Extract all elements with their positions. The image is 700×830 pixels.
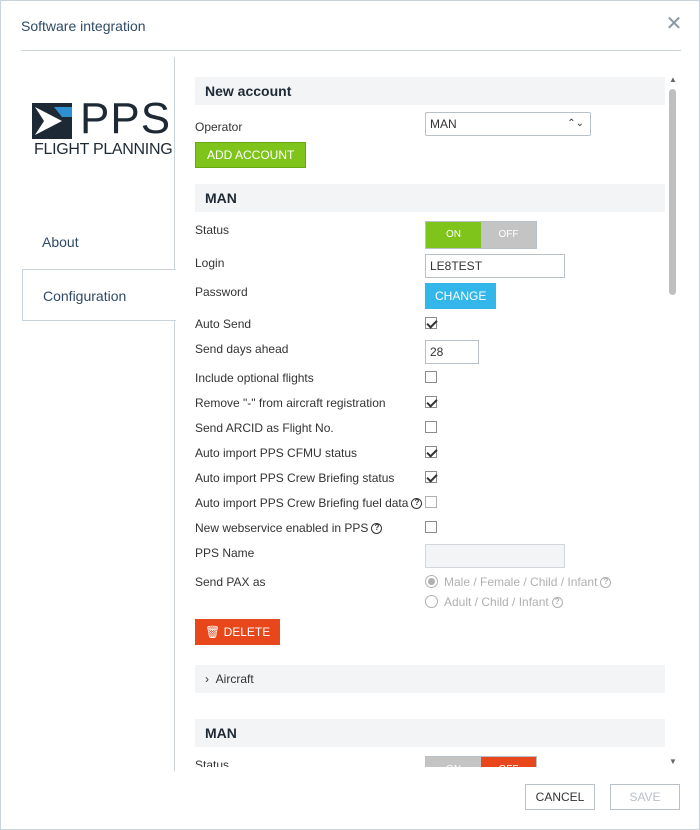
account2-status-label: Status bbox=[195, 758, 230, 767]
select-arrows-icon: ⌃⌄ bbox=[567, 118, 584, 129]
password-label: Password bbox=[195, 285, 248, 299]
status-toggle[interactable]: ON OFF bbox=[425, 221, 537, 249]
software-integration-dialog: Software integration ✕ PPS FLIGHT PLANNI… bbox=[0, 0, 700, 830]
dialog-header: Software integration ✕ bbox=[1, 1, 699, 51]
status-label: Status bbox=[195, 223, 230, 237]
auto-fuel-label: Auto import PPS Crew Briefing fuel data bbox=[195, 496, 409, 510]
pax-option-2-radio[interactable] bbox=[425, 595, 438, 608]
pps-name-label: PPS Name bbox=[195, 546, 255, 560]
close-icon[interactable]: ✕ bbox=[665, 14, 683, 34]
send-arcid-checkbox[interactable] bbox=[425, 421, 437, 433]
tab-about[interactable]: About bbox=[22, 216, 175, 268]
pax-option-2-label-row: Adult / Child / Infant? bbox=[444, 595, 563, 609]
account2-status-off-button[interactable]: OFF bbox=[481, 757, 536, 767]
auto-crew-checkbox[interactable] bbox=[425, 471, 437, 483]
scroll-thumb[interactable] bbox=[669, 89, 676, 295]
sidebar: PPS FLIGHT PLANNING About Configuration bbox=[1, 57, 176, 771]
auto-cfmu-label: Auto import PPS CFMU status bbox=[195, 446, 358, 460]
delete-label: DELETE bbox=[223, 625, 271, 639]
auto-crew-label: Auto import PPS Crew Briefing status bbox=[195, 471, 395, 485]
send-days-label: Send days ahead bbox=[195, 342, 289, 356]
include-optional-checkbox[interactable] bbox=[425, 371, 437, 383]
auto-send-checkbox[interactable] bbox=[425, 317, 437, 329]
status-on-button[interactable]: ON bbox=[426, 222, 481, 248]
include-optional-label: Include optional flights bbox=[195, 371, 314, 385]
send-arcid-label: Send ARCID as Flight No. bbox=[195, 421, 334, 435]
change-password-button[interactable]: CHANGE bbox=[425, 283, 497, 309]
account-heading: MAN bbox=[195, 184, 665, 212]
login-input[interactable]: LE8TEST bbox=[425, 254, 565, 278]
pps-logo-mark-icon bbox=[32, 103, 72, 139]
login-label: Login bbox=[195, 256, 225, 270]
delete-account-button[interactable]: 🗑 DELETE bbox=[195, 619, 281, 645]
save-button[interactable]: SAVE bbox=[610, 784, 680, 810]
auto-send-label: Auto Send bbox=[195, 317, 252, 331]
send-days-input[interactable]: 28 bbox=[425, 340, 479, 364]
scroll-down-icon[interactable]: ▼ bbox=[669, 757, 677, 766]
remove-dash-checkbox[interactable] bbox=[425, 396, 437, 408]
scrollbar[interactable]: ▲ ▼ bbox=[667, 75, 679, 767]
header-divider bbox=[21, 50, 681, 51]
config-content: New account Operator MAN ⌃⌄ ADD ACCOUNT … bbox=[195, 77, 665, 767]
auto-fuel-label-row: Auto import PPS Crew Briefing fuel data? bbox=[195, 496, 423, 510]
dialog-title: Software integration bbox=[21, 18, 146, 34]
help-icon[interactable]: ? bbox=[600, 577, 612, 589]
new-account-heading: New account bbox=[195, 77, 665, 105]
scroll-up-icon[interactable]: ▲ bbox=[669, 75, 677, 84]
new-ws-label-row: New webservice enabled in PPS? bbox=[195, 521, 383, 535]
chevron-right-icon: › bbox=[205, 672, 209, 686]
account2-heading: MAN bbox=[195, 719, 665, 747]
aircraft-label: Aircraft bbox=[215, 672, 254, 686]
new-ws-label: New webservice enabled in PPS bbox=[195, 521, 369, 535]
logo-text: PPS bbox=[80, 94, 172, 143]
pps-name-input[interactable] bbox=[425, 544, 565, 568]
pax-option-2-label: Adult / Child / Infant bbox=[444, 595, 549, 609]
help-icon[interactable]: ? bbox=[551, 597, 563, 609]
trash-icon: 🗑 bbox=[205, 625, 221, 639]
logo-subtitle: FLIGHT PLANNING bbox=[34, 141, 173, 158]
help-icon[interactable]: ? bbox=[411, 498, 423, 510]
pax-option-1-radio[interactable] bbox=[425, 575, 438, 588]
account2-status-on-button[interactable]: ON bbox=[426, 757, 481, 767]
cancel-button[interactable]: CANCEL bbox=[525, 784, 595, 810]
remove-dash-label: Remove "-" from aircraft registration bbox=[195, 396, 386, 410]
help-icon[interactable]: ? bbox=[371, 523, 383, 535]
pps-logo: PPS FLIGHT PLANNING bbox=[32, 97, 173, 163]
status-off-button[interactable]: OFF bbox=[481, 222, 536, 248]
account2-status-toggle[interactable]: ON OFF bbox=[425, 756, 537, 767]
operator-select[interactable]: MAN ⌃⌄ bbox=[425, 112, 591, 136]
auto-cfmu-checkbox[interactable] bbox=[425, 446, 437, 458]
operator-label: Operator bbox=[195, 120, 243, 134]
pax-option-1-label-row: Male / Female / Child / Infant? bbox=[444, 575, 612, 589]
pax-option-1-label: Male / Female / Child / Infant bbox=[444, 575, 598, 589]
auto-fuel-checkbox[interactable] bbox=[425, 496, 437, 508]
new-ws-checkbox[interactable] bbox=[425, 521, 437, 533]
operator-select-value: MAN bbox=[430, 117, 457, 131]
tab-configuration[interactable]: Configuration bbox=[22, 269, 176, 321]
add-account-button[interactable]: ADD ACCOUNT bbox=[195, 142, 307, 168]
aircraft-expander[interactable]: › Aircraft bbox=[195, 665, 665, 693]
send-pax-label: Send PAX as bbox=[195, 575, 266, 589]
